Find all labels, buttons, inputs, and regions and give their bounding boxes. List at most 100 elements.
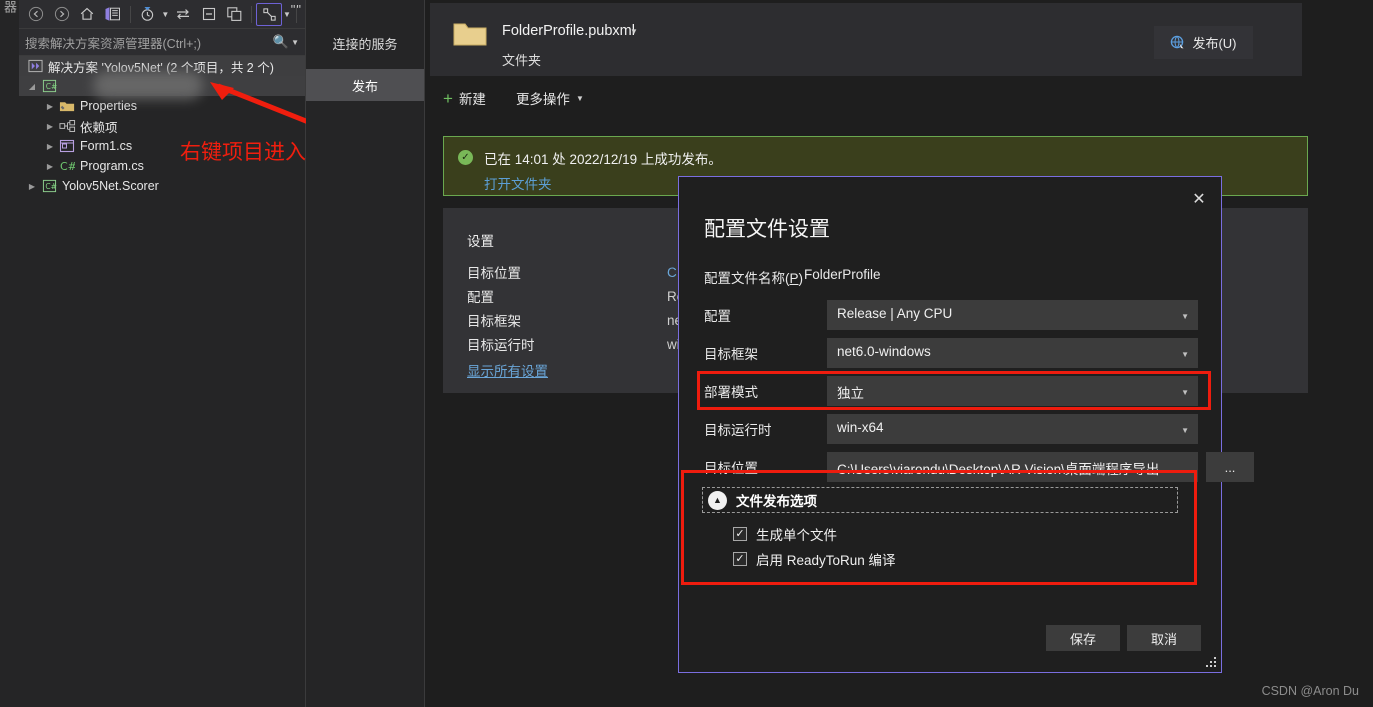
tab-label: 连接的服务 (332, 36, 398, 52)
csharp-project-icon: C# (39, 178, 59, 194)
publish-tab-list: 连接的服务 发布 (306, 0, 425, 707)
sync-with-active-document-icon[interactable] (170, 3, 196, 25)
field-label: 目标框架 (704, 347, 758, 362)
search-input[interactable]: 搜索解决方案资源管理器(Ctrl+;) 🔍 ▼ (19, 28, 305, 56)
field-label: 配置 (704, 309, 731, 324)
toolbar-overflow-icon[interactable]: "" (291, 2, 302, 17)
more-actions-label: 更多操作 (515, 92, 570, 107)
cancel-button[interactable]: 取消 (1127, 625, 1201, 651)
profile-settings-dialog: ✕ 配置文件设置 配置文件名称(P) FolderProfile 配置 Rele… (678, 176, 1254, 673)
publish-button[interactable]: 发布(U) (1154, 26, 1253, 59)
dropdown-value: win-x64 (837, 420, 884, 435)
tree-label: 依赖项 (80, 120, 118, 135)
profile-chevron-down-icon[interactable]: ▼ (630, 27, 638, 36)
pending-changes-dropdown-icon[interactable]: ▼ (160, 10, 170, 19)
search-icon[interactable]: 🔍 (273, 34, 289, 50)
target-runtime-dropdown[interactable]: win-x64 ▼ (827, 414, 1198, 444)
csharp-file-icon: C# (57, 158, 77, 174)
target-framework-dropdown[interactable]: net6.0-windows ▼ (827, 338, 1198, 368)
banner-message: 已在 14:01 处 2022/12/19 上成功发布。 (484, 152, 722, 167)
tree-label: Properties (80, 99, 137, 113)
watermark: CSDN @Aron Du (1261, 684, 1359, 698)
plus-icon: + (443, 88, 453, 108)
solution-node-icon (25, 58, 45, 74)
tree-label: Program.cs (80, 159, 144, 173)
expander-icon[interactable]: ▶ (25, 182, 39, 191)
chevron-down-icon: ▼ (575, 93, 584, 103)
forward-arrow-icon[interactable] (49, 3, 75, 25)
tab-publish[interactable]: 发布 (306, 69, 424, 101)
home-icon[interactable] (74, 3, 100, 25)
chevron-down-icon: ▼ (1181, 350, 1189, 359)
expander-icon[interactable]: ▶ (43, 122, 57, 131)
collapse-all-icon[interactable] (196, 3, 222, 25)
left-dock-label: 器 (2, 0, 17, 13)
chevron-down-icon: ▼ (1181, 426, 1189, 435)
form-icon (57, 138, 77, 154)
expander-icon[interactable]: ▶ (43, 142, 57, 151)
switch-views-icon[interactable] (256, 2, 283, 26)
deployment-mode-highlight (697, 371, 1211, 410)
more-actions-button[interactable]: 更多操作 ▼ (516, 88, 584, 108)
success-check-icon: ✓ (458, 150, 473, 165)
profile-name-value: FolderProfile (804, 267, 881, 282)
dropdown-value: Release | Any CPU (837, 306, 953, 321)
open-folder-link[interactable]: 打开文件夹 (484, 173, 552, 193)
dependencies-icon (57, 118, 77, 134)
expander-icon[interactable]: ▶ (43, 162, 57, 171)
field-label: 目标运行时 (704, 423, 772, 438)
svg-text:C#: C# (45, 182, 57, 191)
publish-profile-subtitle: 文件夹 (502, 53, 542, 68)
configuration-dropdown[interactable]: Release | Any CPU ▼ (827, 300, 1198, 330)
settings-key: 目标框架 (467, 314, 521, 329)
tree-label: Form1.cs (80, 139, 133, 153)
new-profile-button[interactable]: + 新建 (443, 88, 486, 108)
svg-text:C#: C# (60, 160, 75, 173)
show-all-settings-link[interactable]: 显示所有设置 (467, 360, 548, 380)
tree-item-scorer-project[interactable]: ▶ C# Yolov5Net.Scorer (19, 176, 305, 196)
expander-icon[interactable]: ◢ (25, 82, 39, 91)
toolbar-separator (129, 5, 131, 23)
solution-explorer-icon[interactable] (100, 3, 126, 25)
back-arrow-icon[interactable] (23, 3, 49, 25)
settings-title: 设置 (467, 234, 494, 249)
file-publish-options-highlight (681, 470, 1197, 585)
redacted-project-name-blur (93, 71, 203, 99)
svg-text:C#: C# (45, 82, 56, 91)
search-placeholder: 搜索解决方案资源管理器(Ctrl+;) (25, 36, 202, 51)
app-window: 器 ▼ ▼ "" 搜索解决方案资源管理器(Ctrl+;) 🔍 ▼ 解决方案 'Y… (0, 0, 1373, 707)
folder-icon (453, 20, 487, 48)
solution-explorer-toolbar: ▼ ▼ "" (19, 0, 305, 28)
dialog-title: 配置文件设置 (704, 218, 830, 241)
dropdown-value: net6.0-windows (837, 344, 931, 359)
show-all-files-icon[interactable] (222, 3, 248, 25)
close-icon[interactable]: ✕ (1187, 187, 1211, 211)
new-profile-label: 新建 (458, 92, 486, 107)
chevron-down-icon: ▼ (1181, 312, 1189, 321)
publish-globe-icon (1170, 35, 1186, 51)
profile-name-label: 配置文件名称(P) (704, 271, 804, 286)
publish-profile-name: FolderProfile.pubxml (502, 23, 635, 39)
expander-icon[interactable]: ▶ (43, 102, 57, 111)
csharp-project-icon: C# (39, 78, 59, 94)
tab-connected-services[interactable]: 连接的服务 (306, 27, 424, 59)
publish-profile-card: FolderProfile.pubxml ▼ 文件夹 发布(U) (430, 3, 1302, 76)
field-configuration: 配置 Release | Any CPU ▼ (704, 300, 1198, 330)
properties-folder-icon (57, 98, 77, 114)
field-target-runtime: 目标运行时 win-x64 ▼ (704, 414, 1198, 444)
browse-button[interactable]: ... (1206, 452, 1254, 482)
field-target-framework: 目标框架 net6.0-windows ▼ (704, 338, 1198, 368)
toolbar-separator-2 (251, 5, 253, 23)
save-button[interactable]: 保存 (1046, 625, 1120, 651)
left-dock-strip: 器 (0, 0, 19, 707)
search-options-chevron-down-icon[interactable]: ▼ (291, 38, 299, 47)
settings-key: 配置 (467, 290, 494, 305)
pending-changes-clock-icon[interactable] (135, 3, 161, 25)
publish-button-label: 发布(U) (1192, 36, 1237, 51)
resize-grip-icon[interactable] (1205, 656, 1217, 668)
settings-key: 目标运行时 (467, 338, 535, 353)
tree-label: Yolov5Net.Scorer (62, 179, 159, 193)
publish-actions-row: + 新建 更多操作 ▼ (443, 88, 584, 108)
tab-label: 发布 (351, 78, 378, 94)
settings-key: 目标位置 (467, 266, 521, 281)
